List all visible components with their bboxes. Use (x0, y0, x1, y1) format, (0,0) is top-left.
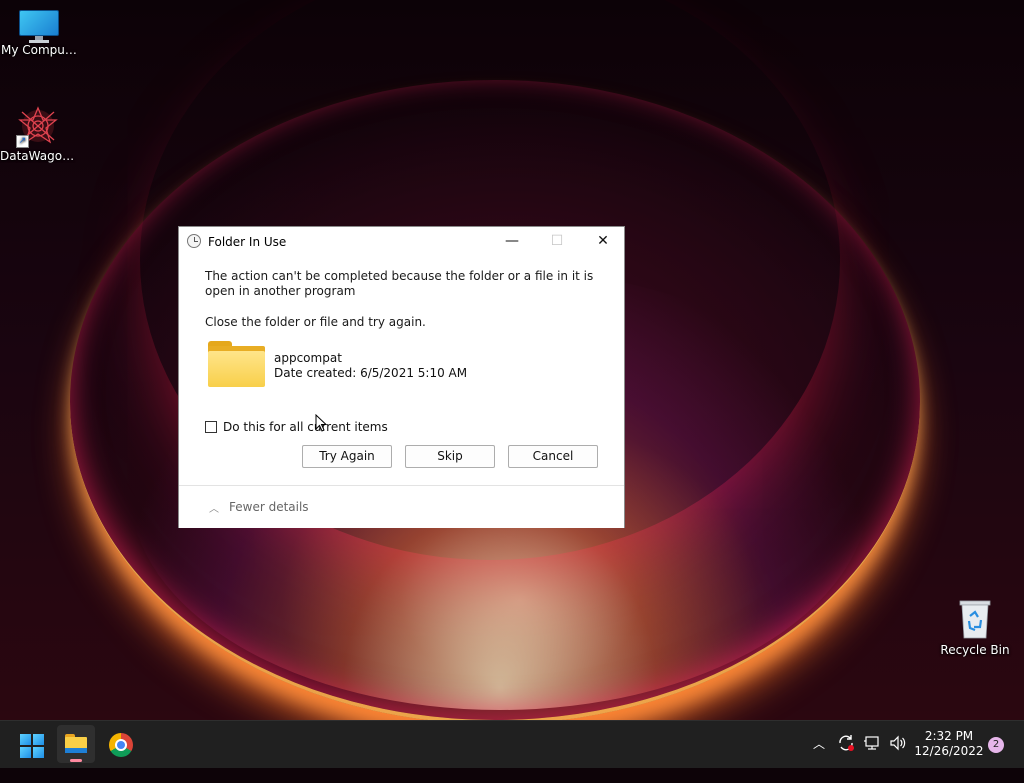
skip-button[interactable]: Skip (405, 445, 495, 468)
taskbar: ︿ 2:32 PM 12/26/2022 2 (0, 720, 1024, 768)
dialog-message: The action can't be completed because th… (205, 269, 594, 298)
shortcut-arrow-icon: ↗ (16, 135, 29, 148)
volume-icon[interactable] (888, 733, 908, 781)
desktop-icon-label: DataWagon... (0, 149, 76, 163)
dialog-title: Folder In Use (208, 235, 287, 249)
chevron-up-icon[interactable]: ︿ (813, 735, 825, 783)
system-clock[interactable]: 2:32 PM 12/26/2022 (914, 729, 984, 759)
clock-date: 12/26/2022 (914, 744, 984, 758)
folder-icon (208, 341, 265, 387)
notification-badge[interactable]: 2 (988, 737, 1004, 753)
chevron-up-icon[interactable]: ︿ (209, 500, 219, 515)
sync-icon[interactable] (837, 734, 855, 782)
file-explorer-icon[interactable] (57, 725, 95, 763)
cancel-button[interactable]: Cancel (508, 445, 598, 468)
folder-in-use-dialog: Folder In Use — ☐ ✕ The action can't be … (178, 226, 625, 528)
try-again-button[interactable]: Try Again (302, 445, 392, 468)
fewer-details-toggle[interactable]: Fewer details (229, 500, 309, 514)
start-icon[interactable] (20, 734, 44, 758)
apply-to-all-label[interactable]: Do this for all current items (223, 420, 388, 434)
desktop-icon-my-computer[interactable]: My Computer (1, 10, 77, 57)
dialog-footer: ︿ Fewer details (179, 485, 624, 528)
clock-icon (187, 234, 201, 248)
dialog-instruction: Close the folder or file and try again. (205, 315, 426, 329)
computer-icon (19, 10, 59, 43)
recycle-bin-icon (957, 598, 993, 640)
maximize-button[interactable]: ☐ (534, 227, 580, 257)
desktop-icon-datawagon[interactable]: ↗ DataWagon... (0, 106, 76, 163)
chrome-icon[interactable] (109, 733, 133, 757)
desktop-icon-label: Recycle Bin (940, 643, 1010, 657)
desktop-icon-label: My Computer (1, 43, 77, 57)
minimize-button[interactable]: — (489, 227, 535, 257)
item-date-created: Date created: 6/5/2021 5:10 AM (274, 366, 468, 380)
item-name: appcompat (274, 351, 342, 365)
apply-to-all-checkbox[interactable] (205, 421, 217, 433)
clock-time: 2:32 PM (924, 729, 974, 743)
dialog-titlebar[interactable]: Folder In Use — ☐ ✕ (179, 227, 624, 257)
mouse-cursor-icon (315, 414, 327, 432)
close-button[interactable]: ✕ (580, 227, 626, 257)
network-icon[interactable] (863, 734, 881, 782)
desktop-icon-recycle-bin[interactable]: Recycle Bin (937, 598, 1013, 657)
datawagon-app-icon: ↗ (16, 106, 60, 148)
